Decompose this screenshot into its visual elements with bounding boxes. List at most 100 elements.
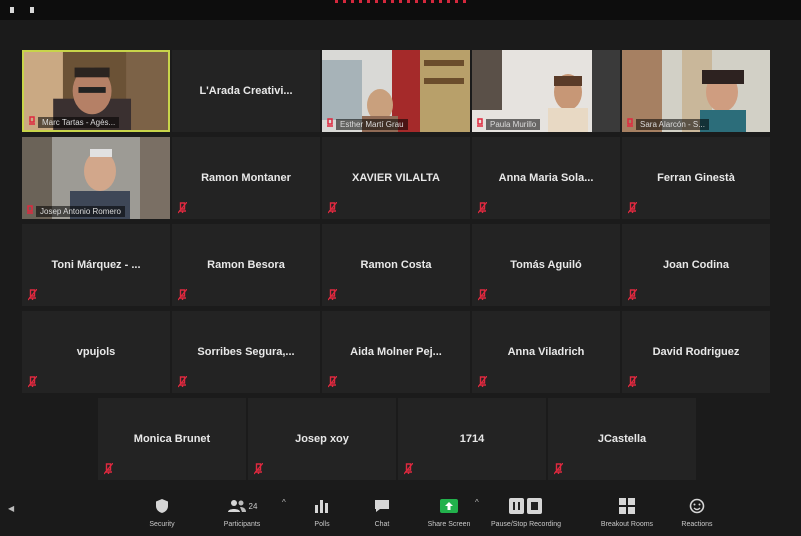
mute-icon [28,376,37,388]
participant-name: Ramon Montaner [201,172,291,184]
recording-button[interactable]: Pause/Stop Recording [488,496,564,528]
participant-name: L'Arada Creativi... [199,85,293,97]
participant-tile[interactable]: Monica Brunet [98,398,246,480]
mute-icon [178,376,187,388]
mute-icon [478,289,487,301]
participant-tile[interactable]: Joan Codina [622,224,770,306]
participant-name: Marc Tartas - Agès... [38,117,120,128]
participant-tile[interactable]: 1714 [398,398,546,480]
polls-icon [315,500,328,513]
participant-tile[interactable]: Ramon Montaner [172,137,320,219]
participant-tile[interactable]: XAVIER VILALTA [322,137,470,219]
caret-up-icon[interactable]: ^ [475,498,479,507]
menu-dot [30,7,34,13]
mute-icon [104,463,113,475]
participant-tile[interactable]: L'Arada Creativi... [172,50,320,132]
mute-icon [554,463,563,475]
reactions-label: Reactions [681,521,713,528]
participant-name: 1714 [459,433,485,445]
participants-button[interactable]: 24 Participants [207,496,277,528]
participant-tile[interactable]: vpujols [22,311,170,393]
video-tile[interactable]: Sara Alarcón - S... [622,50,770,132]
participants-count: 24 [248,501,258,511]
breakout-rooms-button[interactable]: Breakout Rooms [592,496,662,528]
participant-tile[interactable]: Anna Viladrich [472,311,620,393]
mute-icon [628,376,637,388]
participant-name: Anna Viladrich [507,346,585,358]
participant-name: Sorribes Segura,... [197,346,295,358]
shield-icon [156,499,168,513]
participant-name: Esther Martí Grau [336,119,408,130]
top-bar [0,0,801,20]
recording-label: Pause/Stop Recording [490,521,562,528]
mute-icon [327,118,333,127]
mute-icon [27,205,33,214]
video-tile[interactable]: Esther Martí Grau [322,50,470,132]
participant-name: JCastella [597,433,647,445]
video-tile[interactable]: Josep Antonio Romero [22,137,170,219]
mute-icon [28,289,37,301]
participant-name: Tomás Aguiló [510,259,582,271]
mute-icon [404,463,413,475]
chevron-left-icon[interactable]: ◀ [8,504,14,513]
participant-name: David Rodriguez [652,346,740,358]
mute-icon [627,118,633,127]
breakout-rooms-icon [619,498,635,514]
security-button[interactable]: Security [127,496,197,528]
participant-name: vpujols [76,346,116,358]
participant-name: Josep xoy [295,433,349,445]
participant-tile[interactable]: Sorribes Segura,... [172,311,320,393]
mute-icon [328,289,337,301]
mute-icon [328,376,337,388]
mute-icon [178,202,187,214]
reactions-icon [689,498,705,514]
participant-tile[interactable]: Ramon Besora [172,224,320,306]
reactions-button[interactable]: Reactions [662,496,732,528]
mute-icon [628,289,637,301]
participant-name: Anna Maria Sola... [498,172,594,184]
participant-name: Monica Brunet [133,433,211,445]
meeting-toolbar: ◀ Security 24 Participants ^ Polls Chat … [0,490,801,536]
mute-icon [254,463,263,475]
mute-icon [328,202,337,214]
participant-tile[interactable]: Ramon Costa [322,224,470,306]
participant-tile[interactable]: David Rodriguez [622,311,770,393]
participant-name: Paula Murillo [486,119,541,130]
participant-name: Ramon Besora [207,259,285,271]
participant-tile[interactable]: Aida Molner Pej... [322,311,470,393]
participant-tile[interactable]: Tomás Aguiló [472,224,620,306]
participant-tile[interactable]: Toni Márquez - ... [22,224,170,306]
participant-name: Joan Codina [662,259,729,271]
chat-button[interactable]: Chat [347,496,417,528]
participant-name: Sara Alarcón - S... [636,119,709,130]
caret-up-icon[interactable]: ^ [282,498,286,507]
participant-name: Aida Molner Pej... [350,346,442,358]
mute-icon [29,116,35,125]
pause-stop-icon [509,498,542,514]
chat-label: Chat [374,521,390,528]
breakout-rooms-label: Breakout Rooms [600,521,654,528]
participant-name: Toni Márquez - ... [51,259,141,271]
participant-name: Josep Antonio Romero [36,206,125,217]
participant-tile[interactable]: Anna Maria Sola... [472,137,620,219]
participant-tile[interactable]: Ferran Ginestà [622,137,770,219]
participant-tile[interactable]: JCastella [548,398,696,480]
share-screen-button[interactable]: Share Screen [414,496,484,528]
video-tile[interactable]: Marc Tartas - Agès... [22,50,170,132]
mute-icon [477,118,483,127]
mute-icon [628,202,637,214]
gallery-grid: Marc Tartas - Agès... L'Arada Creativi..… [0,20,801,490]
share-screen-label: Share Screen [427,521,471,528]
video-tile[interactable]: Paula Murillo [472,50,620,132]
participant-tile[interactable]: Josep xoy [248,398,396,480]
mute-icon [178,289,187,301]
recording-indicator [335,0,470,3]
participants-label: Participants [223,521,261,528]
participant-name: Ferran Ginestà [657,172,735,184]
participants-icon [227,500,246,512]
participant-name: XAVIER VILALTA [352,172,440,184]
chat-icon [375,500,389,512]
mute-icon [478,202,487,214]
menu-dot [10,7,14,13]
security-label: Security [149,521,175,528]
